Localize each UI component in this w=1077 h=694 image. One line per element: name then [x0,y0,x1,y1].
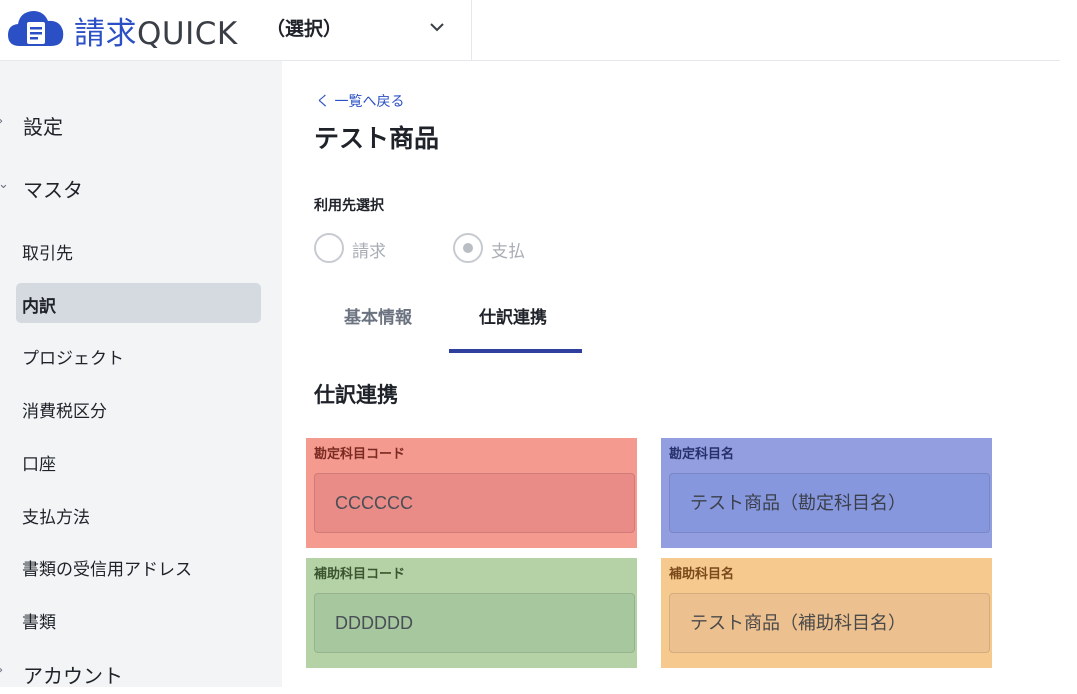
cloud-document-logo-icon [8,11,64,46]
company-selector[interactable]: （選択） [248,0,472,60]
brand-sub-text: QUICK [137,16,238,52]
sidebar-item-label: 支払方法 [22,508,90,528]
sub-account-name-input[interactable]: テスト商品（補助科目名） [669,593,990,653]
tab-basic-info[interactable]: 基本情報 [314,291,447,353]
sidebar-item-breakdown[interactable]: 内訳 [16,283,261,323]
sidebar-item-tax-category[interactable]: 消費税区分 [16,388,261,428]
account-name-field-group: 勘定科目名 テスト商品（勘定科目名） [661,438,992,548]
tab-label: 仕訳連携 [479,308,547,328]
sidebar-group-label: アカウント [23,664,123,688]
sidebar-item-project[interactable]: プロジェクト [16,335,261,375]
chevron-down-icon: ⌄ [0,177,9,192]
sub-account-name-field-group: 補助科目名 テスト商品（補助科目名） [661,558,992,668]
tab-label: 基本情報 [344,308,412,328]
sidebar-group-label: マスタ [23,178,83,202]
sidebar-item-clients[interactable]: 取引先 [16,230,261,270]
sidebar-item-documents[interactable]: 書類 [16,599,261,639]
radio-payment[interactable]: 支払 [453,232,533,264]
sidebar: › 設定 ⌄ マスタ 取引先 内訳 プロジェクト 消費税区分 口座 支払方法 書… [0,61,282,688]
radio-dot [463,243,473,253]
sidebar-group-account[interactable]: › アカウント [0,654,282,694]
sidebar-item-label: 書類 [22,613,56,633]
account-code-label: 勘定科目コード [314,447,406,462]
sidebar-item-payment-method[interactable]: 支払方法 [16,494,261,534]
main-content: く 一覧へ戻る テスト商品 利用先選択 請求 支払 基本情報 仕訳連携 仕訳連携… [282,61,1060,687]
usage-select-label: 利用先選択 [314,198,384,214]
page-title: テスト商品 [314,124,440,153]
brand-main-text: 請求 [74,16,137,52]
sub-account-name-label: 補助科目名 [669,567,735,582]
sidebar-item-label: 内訳 [22,297,56,317]
section-title: 仕訳連携 [314,383,398,407]
sub-account-code-label: 補助科目コード [314,567,406,582]
chevron-icon: › [0,663,3,678]
radio-circle-selected [453,233,483,263]
sidebar-group-settings[interactable]: › 設定 [0,105,282,145]
sidebar-item-label: 消費税区分 [22,402,107,422]
app-header: 請求QUICK （選択） [0,0,1060,61]
sidebar-item-label: 取引先 [22,244,73,264]
company-selector-label: （選択） [266,18,343,40]
account-code-input[interactable]: CCCCCC [314,473,635,533]
sub-account-code-input[interactable]: DDDDDD [314,593,635,653]
sidebar-item-bank-account[interactable]: 口座 [16,441,261,481]
radio-label: 請求 [352,242,386,262]
sidebar-item-label: プロジェクト [22,349,124,369]
active-tab-indicator [449,349,582,353]
radio-circle [314,233,344,263]
account-code-field-group: 勘定科目コード CCCCCC [306,438,637,548]
sidebar-item-label: 口座 [22,455,56,475]
back-to-list-link[interactable]: く 一覧へ戻る [316,91,404,111]
radio-label: 支払 [491,242,525,262]
sidebar-item-label: 書類の受信用アドレス [22,560,192,580]
brand-name: 請求QUICK [74,8,238,53]
sub-account-code-field-group: 補助科目コード DDDDDD [306,558,637,668]
radio-billing[interactable]: 請求 [314,232,394,264]
chevron-icon: › [0,114,3,129]
account-name-input[interactable]: テスト商品（勘定科目名） [669,473,990,533]
sidebar-item-receiving-address[interactable]: 書類の受信用アドレス [16,546,261,586]
chevron-down-icon [430,23,444,32]
account-name-label: 勘定科目名 [669,447,735,462]
sidebar-group-master[interactable]: ⌄ マスタ [0,168,282,208]
tab-journal-link[interactable]: 仕訳連携 [449,291,582,353]
sidebar-group-label: 設定 [23,115,63,139]
